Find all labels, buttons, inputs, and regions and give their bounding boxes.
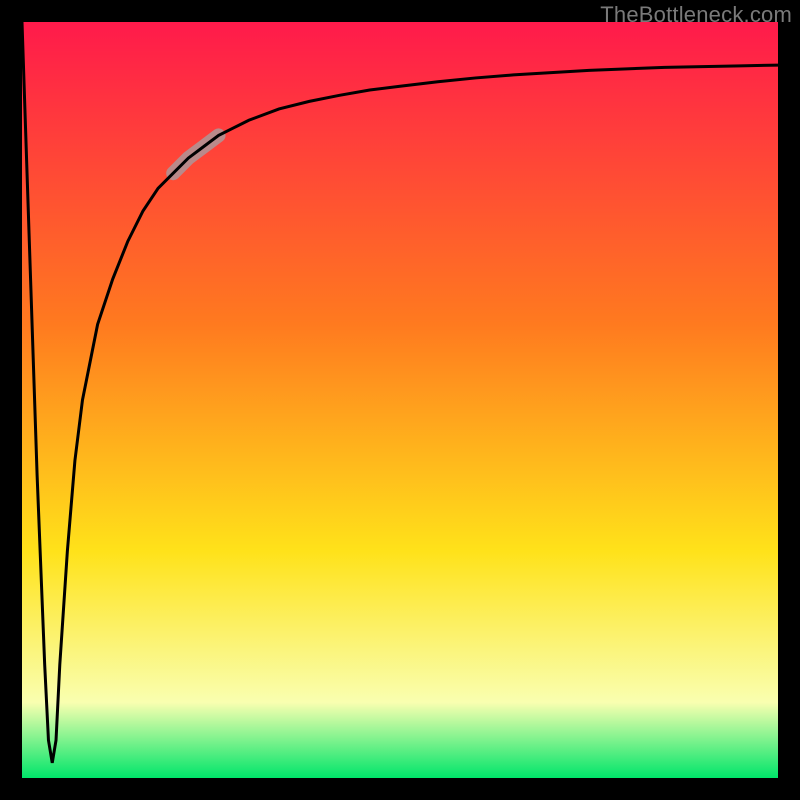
chart-frame: TheBottleneck.com	[0, 0, 800, 800]
chart-svg	[22, 22, 778, 778]
plot-area	[22, 22, 778, 778]
gradient-rect	[22, 22, 778, 778]
